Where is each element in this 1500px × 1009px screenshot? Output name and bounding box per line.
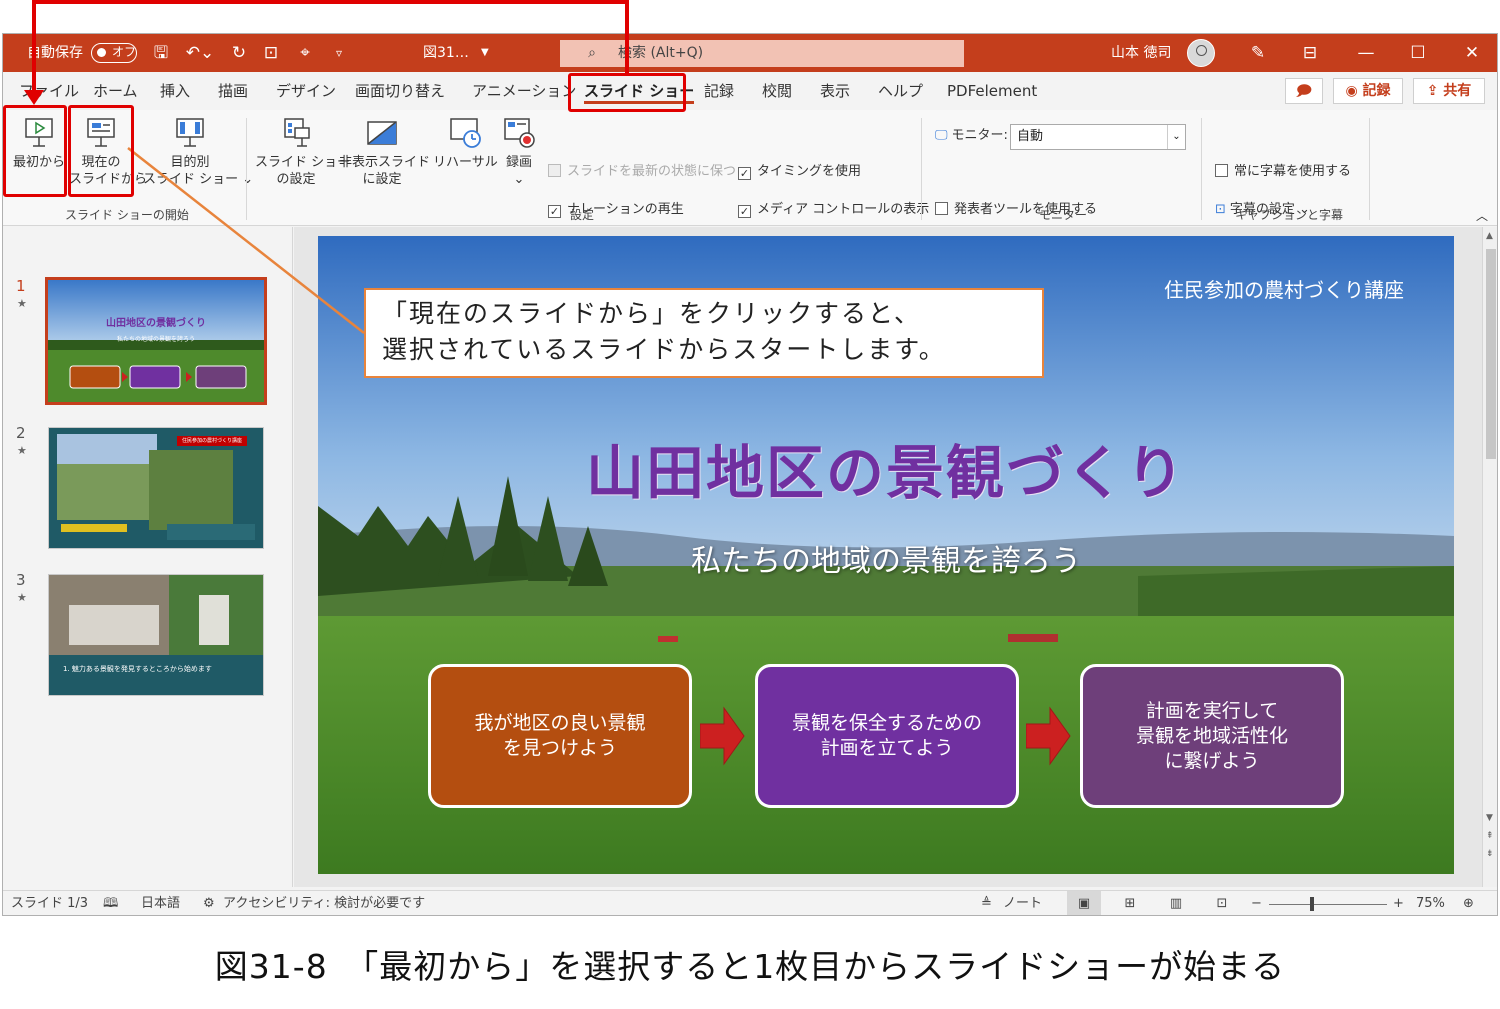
highlight-connector xyxy=(32,0,36,94)
highlight-from-beginning xyxy=(3,105,67,197)
figure-caption: 図31-8 「最初から」を選択すると1枚目からスライドショーが始まる xyxy=(214,947,1286,986)
callout-box: 「現在のスライドから」をクリックすると、 選択されているスライドからスタートしま… xyxy=(364,288,1044,378)
highlight-connector xyxy=(625,0,629,74)
highlight-arrow-icon xyxy=(24,90,44,105)
highlight-connector xyxy=(32,0,629,4)
callout-connector xyxy=(127,147,365,334)
highlight-from-current xyxy=(68,105,134,197)
highlight-slideshow-tab xyxy=(568,73,686,112)
